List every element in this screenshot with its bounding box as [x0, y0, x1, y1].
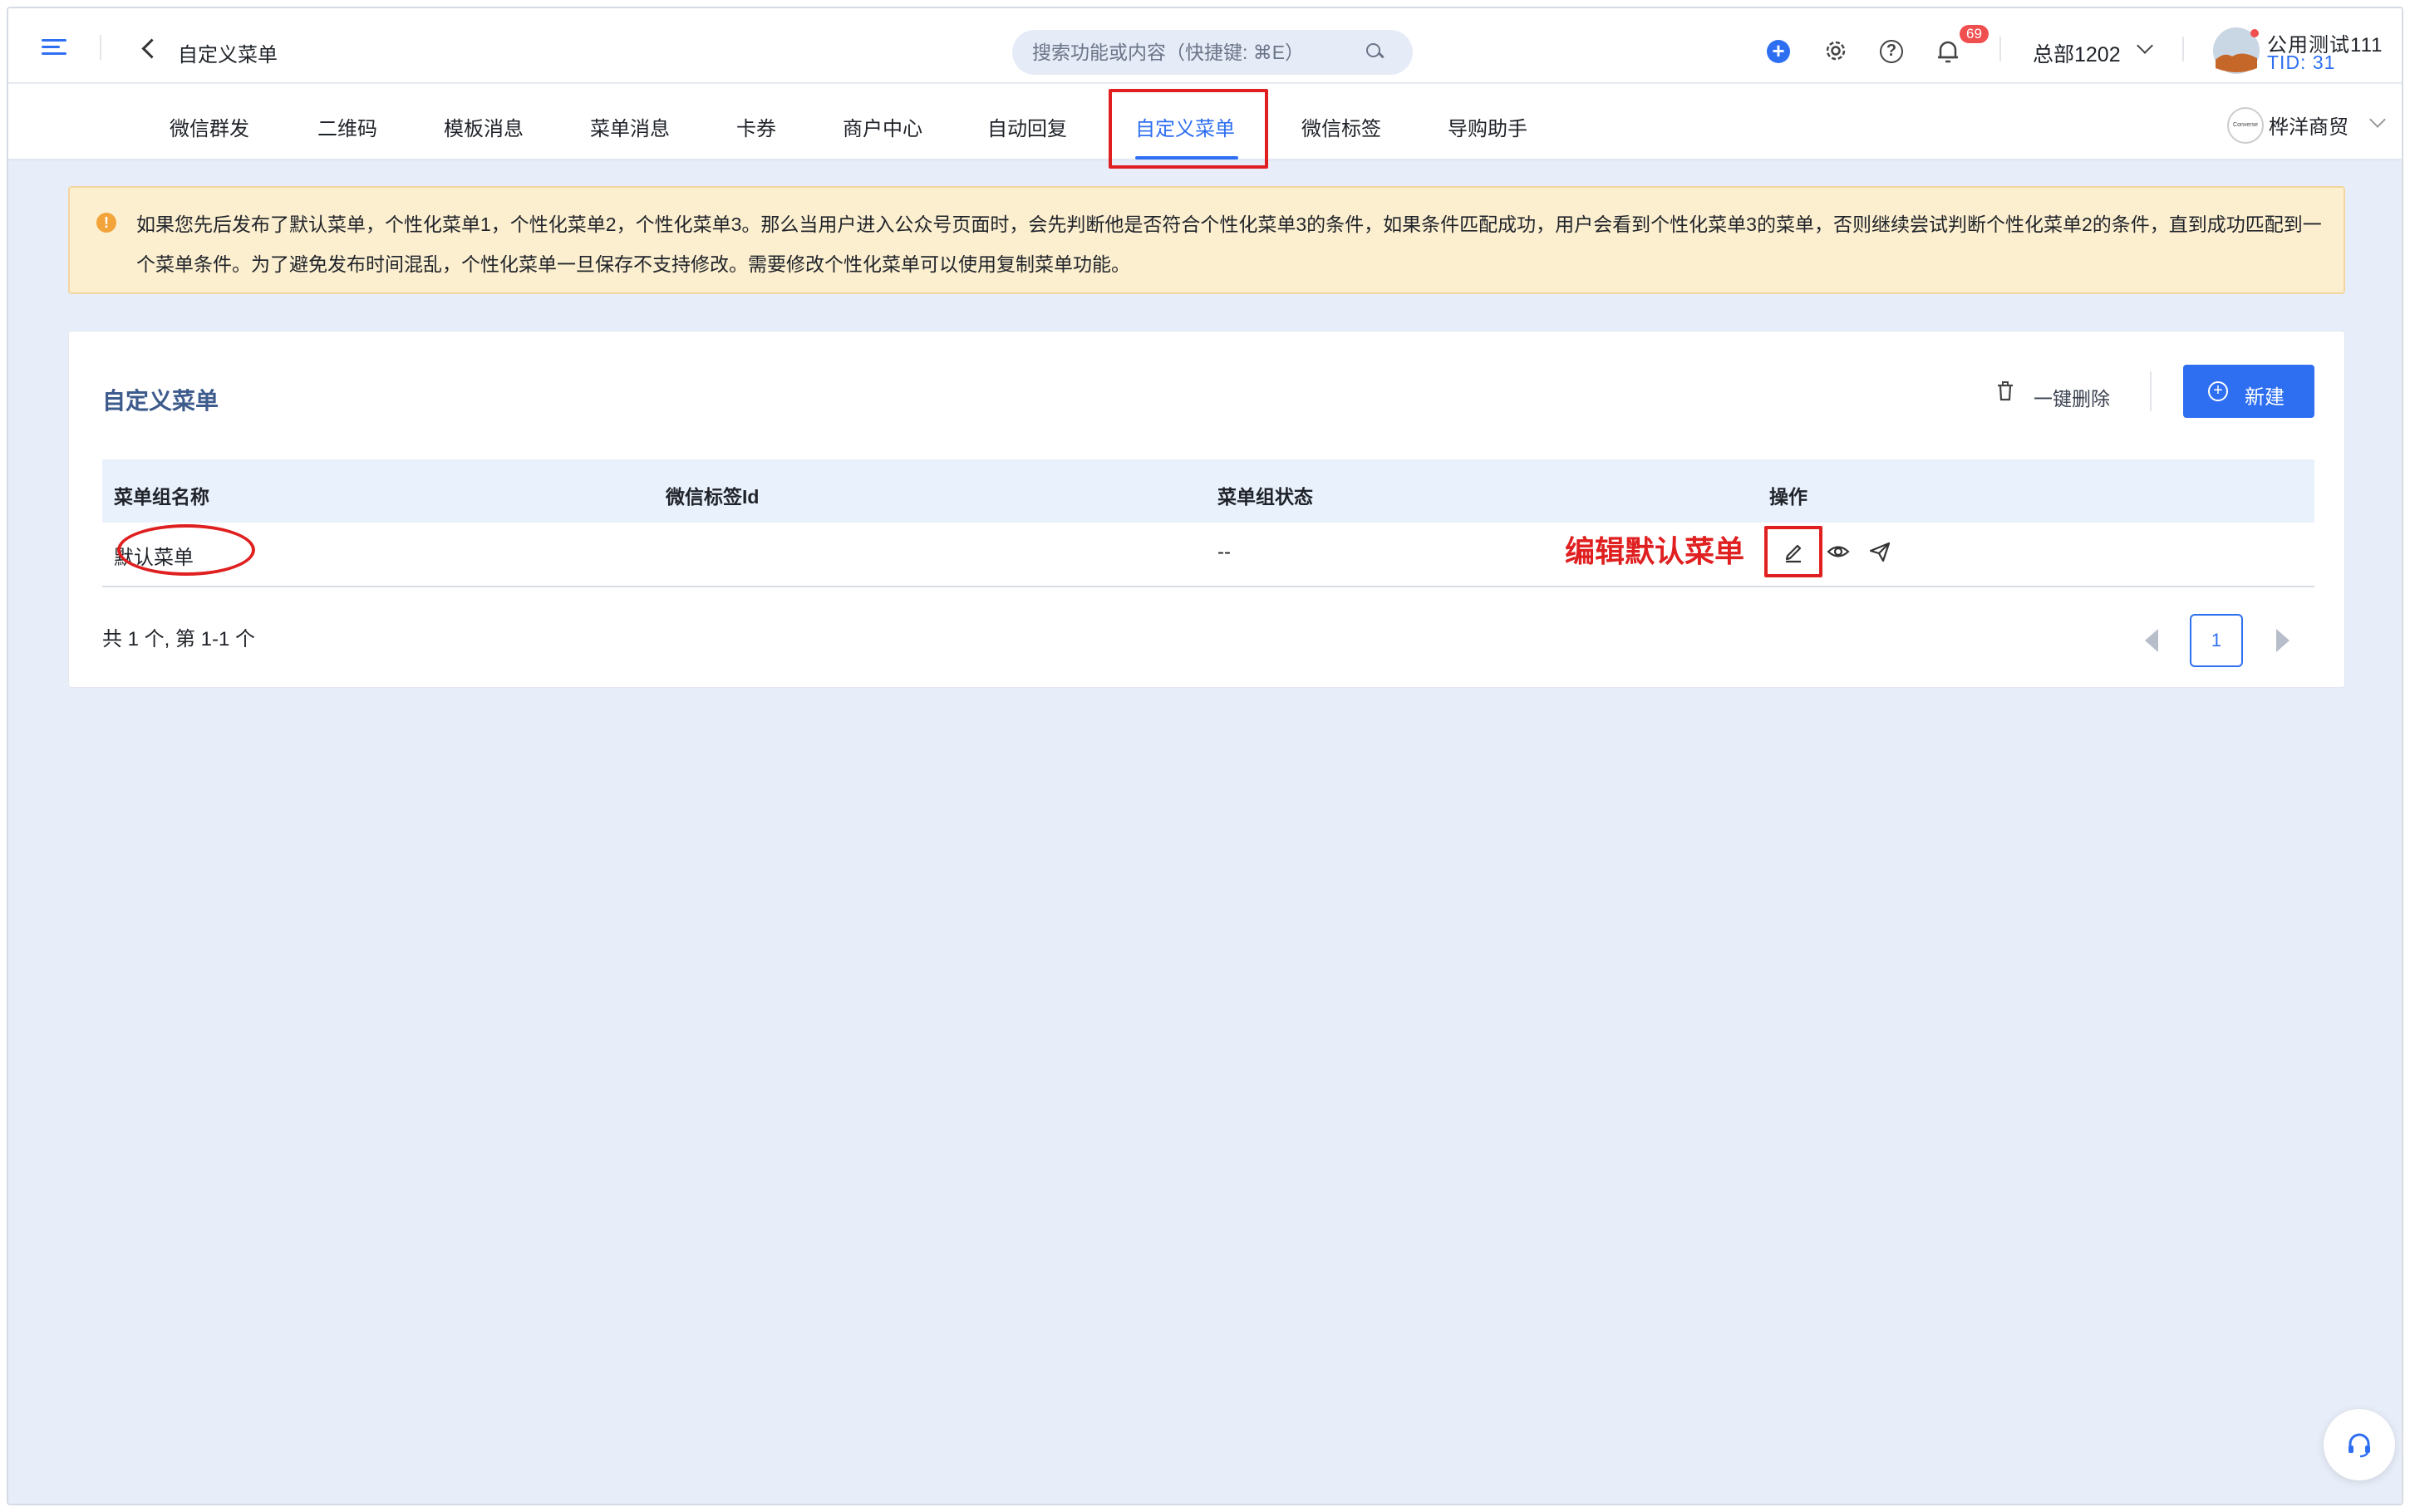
send-icon[interactable] [1867, 539, 1892, 564]
store-name[interactable]: 桦洋商贸 [2269, 110, 2349, 140]
page-number[interactable]: 1 [2190, 614, 2243, 667]
search-icon[interactable] [1366, 43, 1385, 61]
bulk-delete-button[interactable]: 一键删除 [2034, 383, 2110, 411]
next-page-icon[interactable] [2276, 629, 2290, 652]
tab-merchant-center[interactable]: 商户中心 [843, 112, 922, 141]
cell-status: -- [1217, 541, 1231, 563]
tab-auto-reply[interactable]: 自动回复 [987, 112, 1067, 141]
tab-coupon[interactable]: 卡券 [736, 112, 776, 141]
tab-shopping-assistant[interactable]: 导购助手 [1448, 112, 1527, 141]
tab-menu-message[interactable]: 菜单消息 [590, 112, 670, 141]
customer-support-button[interactable] [2324, 1409, 2395, 1480]
prev-page-icon[interactable] [2145, 629, 2158, 652]
column-header-name: 菜单组名称 [114, 486, 209, 508]
menu-icon[interactable] [42, 39, 66, 56]
edit-icon[interactable] [1781, 539, 1806, 564]
page-title: 自定义菜单 [178, 44, 278, 66]
eye-icon[interactable] [1826, 539, 1851, 564]
notice-banner: ! 如果您先后发布了默认菜单，个性化菜单1，个性化菜单2，个性化菜单3。那么当用… [68, 186, 2345, 294]
divider [1999, 37, 2001, 61]
column-header-actions: 操作 [1769, 486, 1808, 508]
pagination-total: 共 1 个, 第 1-1 个 [102, 628, 256, 650]
search-bar[interactable] [1012, 30, 1413, 75]
table-header: 菜单组名称 微信标签Id 菜单组状态 操作 [102, 459, 2314, 523]
plus-icon: + [2208, 381, 2228, 401]
chevron-down-icon[interactable] [2137, 37, 2153, 54]
tab-template-message[interactable]: 模板消息 [444, 112, 524, 141]
back-icon[interactable] [140, 40, 156, 56]
notice-text: 如果您先后发布了默认菜单，个性化菜单1，个性化菜单2，个性化菜单3。那么当用户进… [136, 214, 2322, 275]
column-header-status: 菜单组状态 [1217, 486, 1313, 508]
tab-highlight-box [1109, 89, 1268, 169]
tab-bar: 微信群发 二维码 模板消息 菜单消息 卡券 商户中心 自动回复 自定义菜单 微信… [8, 84, 2402, 169]
gear-icon[interactable] [1823, 38, 1848, 63]
annotation-text: 编辑默认菜单 [1565, 534, 1745, 568]
trash-icon[interactable] [1997, 381, 2014, 401]
name-highlight-oval [117, 524, 255, 576]
new-button-label: 新建 [2245, 386, 2285, 409]
bell-icon[interactable] [1936, 38, 1960, 65]
headset-icon [2349, 1433, 2370, 1458]
new-button[interactable]: + 新建 [2183, 365, 2314, 418]
department-selector[interactable]: 总部1202 [2033, 38, 2121, 68]
store-logo: Converse [2227, 107, 2264, 144]
plus-circle-icon[interactable]: + [1767, 40, 1790, 63]
table-row: 默认菜单 -- [102, 523, 2314, 587]
search-input[interactable] [1032, 30, 1365, 75]
tab-qrcode[interactable]: 二维码 [317, 112, 377, 141]
avatar[interactable] [2212, 27, 2260, 75]
app-window: 自定义菜单 + ? 69 总部1202 公用测试111 TID: 31 [7, 7, 2403, 1505]
top-bar: 自定义菜单 + ? 69 总部1202 公用测试111 TID: 31 [8, 8, 2402, 83]
help-icon[interactable]: ? [1880, 40, 1903, 63]
user-tid: TID: 31 [2267, 52, 2336, 73]
divider [2150, 371, 2152, 411]
tab-wechat-broadcast[interactable]: 微信群发 [170, 112, 249, 141]
notification-badge: 69 [1960, 25, 1989, 43]
chevron-down-icon[interactable] [2369, 111, 2386, 128]
divider [2182, 37, 2184, 61]
tab-wechat-tags[interactable]: 微信标签 [1301, 112, 1381, 141]
custom-menu-card: 自定义菜单 一键删除 + 新建 菜单组名称 微信标签Id 菜单组状态 操作 默认… [68, 331, 2345, 688]
divider [100, 35, 101, 60]
card-title: 自定义菜单 [102, 388, 219, 414]
warning-icon: ! [96, 213, 116, 233]
column-header-tag-id: 微信标签Id [666, 486, 760, 508]
